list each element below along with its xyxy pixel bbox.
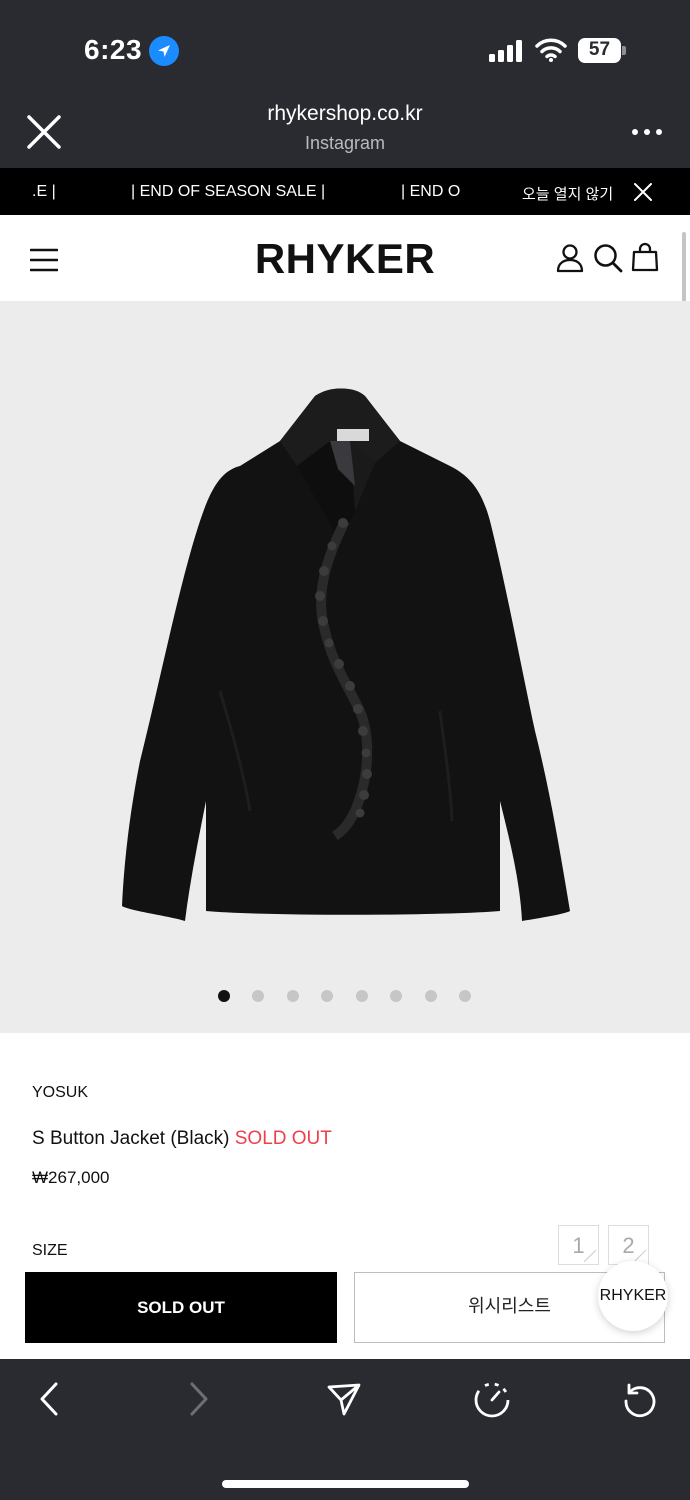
product-image-carousel[interactable] bbox=[0, 301, 690, 1033]
carousel-dot[interactable] bbox=[218, 990, 230, 1002]
signal-icon bbox=[489, 40, 522, 62]
product-name: S Button Jacket (Black) SOLD OUT bbox=[32, 1128, 332, 1150]
product-price: ₩267,000 bbox=[32, 1168, 110, 1187]
carousel-dot[interactable] bbox=[425, 990, 437, 1002]
search-icon[interactable] bbox=[593, 243, 623, 273]
screen: 6:23 57 rhykershop.co.kr Instagram .E | … bbox=[0, 0, 690, 1500]
shopping-bag-icon[interactable] bbox=[631, 242, 659, 272]
url-text[interactable]: rhykershop.co.kr bbox=[0, 102, 690, 126]
size-option-2[interactable]: 2 bbox=[608, 1225, 649, 1265]
soldout-badge: SOLD OUT bbox=[234, 1128, 332, 1149]
soldout-button[interactable]: SOLD OUT bbox=[25, 1272, 337, 1343]
battery-icon: 57 bbox=[578, 38, 626, 64]
close-icon[interactable] bbox=[633, 182, 653, 202]
marquee-text-3: | END O bbox=[401, 183, 461, 200]
size-option-label: 1 bbox=[572, 1233, 585, 1258]
status-time: 6:23 bbox=[84, 34, 143, 65]
carousel-dot[interactable] bbox=[252, 990, 264, 1002]
url-subtitle: Instagram bbox=[304, 133, 386, 153]
marquee-text-2: | END OF SEASON SALE | bbox=[131, 183, 326, 200]
forward-icon[interactable] bbox=[184, 1381, 212, 1417]
announcement-bar: .E | | END OF SEASON SALE | | END O 오늘 열… bbox=[0, 168, 690, 215]
carousel-dot[interactable] bbox=[390, 990, 402, 1002]
status-bar: 6:23 57 bbox=[0, 0, 690, 96]
size-option-label: 2 bbox=[622, 1233, 635, 1258]
chat-button[interactable]: RHYKER bbox=[598, 1261, 668, 1331]
product-title: S Button Jacket (Black) bbox=[32, 1128, 230, 1149]
wifi-icon bbox=[535, 38, 567, 62]
size-label: SIZE bbox=[32, 1242, 68, 1259]
dismiss-today-link[interactable]: 오늘 열지 않기 bbox=[522, 183, 613, 204]
share-icon[interactable] bbox=[326, 1381, 362, 1417]
product-info: YOSUK S Button Jacket (Black) SOLD OUT ₩… bbox=[0, 1033, 690, 1359]
reload-icon[interactable] bbox=[621, 1381, 659, 1419]
back-icon[interactable] bbox=[36, 1381, 64, 1417]
speed-icon[interactable] bbox=[473, 1381, 511, 1419]
site-logo[interactable]: RHYKER bbox=[0, 235, 690, 283]
battery-level: 57 bbox=[588, 39, 611, 60]
browser-header: rhykershop.co.kr Instagram bbox=[0, 96, 690, 168]
home-indicator[interactable] bbox=[222, 1480, 469, 1488]
carousel-dot[interactable] bbox=[459, 990, 471, 1002]
carousel-dot[interactable] bbox=[356, 990, 368, 1002]
carousel-dot[interactable] bbox=[287, 990, 299, 1002]
location-arrow-icon bbox=[149, 36, 179, 66]
site-header: RHYKER bbox=[0, 215, 690, 301]
marquee-text-1: .E | bbox=[32, 183, 56, 200]
more-icon[interactable] bbox=[630, 126, 664, 138]
carousel-dot[interactable] bbox=[321, 990, 333, 1002]
product-image bbox=[122, 388, 570, 921]
carousel-dots bbox=[0, 990, 690, 1002]
size-option-1[interactable]: 1 bbox=[558, 1225, 599, 1265]
user-icon[interactable] bbox=[556, 243, 584, 273]
browser-toolbar bbox=[0, 1359, 690, 1500]
product-brand[interactable]: YOSUK bbox=[32, 1084, 88, 1102]
